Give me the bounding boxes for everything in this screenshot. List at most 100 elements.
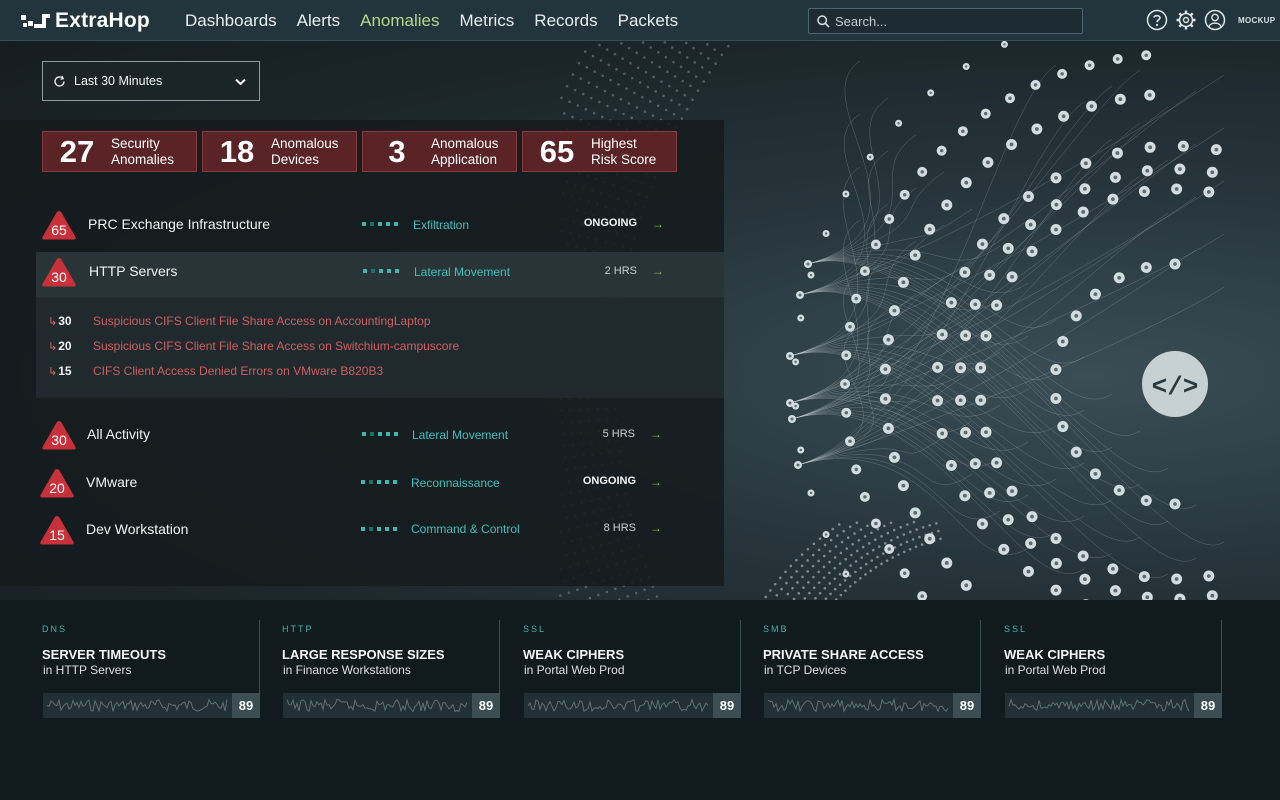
risk-badge: 65 xyxy=(41,209,77,241)
metric-sparkline xyxy=(524,693,713,718)
severity-dot xyxy=(394,222,398,226)
anomaly-row[interactable]: 30 All Activity Lateral Movement 5 HRS → xyxy=(36,415,724,461)
gear-icon[interactable] xyxy=(1175,9,1197,31)
metric-sparkline xyxy=(43,693,232,718)
anomaly-name[interactable]: HTTP Servers xyxy=(89,263,177,279)
risk-score: 30 xyxy=(51,269,67,285)
arrow-right-icon[interactable]: → xyxy=(652,264,664,278)
stat-value: 3 xyxy=(388,133,406,169)
detail-description[interactable]: CIFS Client Access Denied Errors on VMwa… xyxy=(93,364,383,378)
severity-dot xyxy=(362,222,366,226)
detail-description[interactable]: Suspicious CIFS Client File Share Access… xyxy=(93,339,459,353)
arrow-right-icon[interactable]: → xyxy=(650,427,662,441)
severity-dot xyxy=(377,527,381,531)
stat-highest-risk-score[interactable]: 65 Highest Risk Score xyxy=(522,131,677,172)
anomaly-name[interactable]: PRC Exchange Infrastructure xyxy=(88,216,270,232)
metric-card[interactable]: DNS SERVER TIMEOUTS in HTTP Servers 89 xyxy=(42,620,260,718)
severity-dot xyxy=(363,269,367,273)
search-box[interactable] xyxy=(808,8,1083,34)
metric-protocol: SSL xyxy=(1004,624,1028,634)
anomaly-row[interactable]: 65 PRC Exchange Infrastructure Exfiltrat… xyxy=(36,205,724,251)
stat-value: 65 xyxy=(539,133,575,169)
arrow-right-icon[interactable]: → xyxy=(650,521,662,535)
attack-tactic-link[interactable]: Command & Control xyxy=(411,522,520,536)
severity-dot xyxy=(386,222,390,226)
severity-dots xyxy=(361,527,401,533)
extrahop-logo[interactable]: ExtraHop xyxy=(20,9,150,33)
risk-badge: 30 xyxy=(41,419,77,451)
detail-score: 15 xyxy=(58,364,72,378)
severity-dot xyxy=(371,269,375,273)
anomaly-row[interactable]: 15 Dev Workstation Command & Control 8 H… xyxy=(36,510,724,556)
attack-tactic-link[interactable]: Lateral Movement xyxy=(412,428,508,442)
metric-card[interactable]: SSL WEAK CIPHERS in Portal Web Prod 89 xyxy=(523,620,741,718)
help-icon[interactable] xyxy=(1146,9,1168,31)
search-icon xyxy=(817,14,830,28)
nav-metrics[interactable]: Metrics xyxy=(460,11,515,31)
anomaly-row[interactable]: 20 VMware Reconnaissance ONGOING → xyxy=(36,463,724,509)
search-input[interactable] xyxy=(835,13,1075,29)
nav-records[interactable]: Records xyxy=(534,11,597,31)
anomaly-name[interactable]: All Activity xyxy=(87,426,150,442)
metric-cards-section: DNS SERVER TIMEOUTS in HTTP Servers 89 H… xyxy=(0,600,1280,800)
severity-dot xyxy=(378,222,382,226)
arrow-right-icon[interactable]: → xyxy=(652,217,664,231)
stat-label-line2: Application xyxy=(431,151,498,167)
metric-card[interactable]: HTTP LARGE RESPONSE SIZES in Finance Wor… xyxy=(282,620,500,718)
detail-item[interactable]: ↳20 Suspicious CIFS Client File Share Ac… xyxy=(48,339,459,355)
risk-badge: 15 xyxy=(39,514,75,546)
metric-subtitle: in TCP Devices xyxy=(764,663,847,677)
user-name[interactable]: MOCKUP xyxy=(1238,16,1275,25)
metric-sparkline xyxy=(764,693,953,718)
risk-badge: 20 xyxy=(39,467,75,499)
stat-label: Highest Risk Score xyxy=(591,136,656,168)
stat-anomalous-application[interactable]: 3 Anomalous Application xyxy=(362,131,517,172)
anomaly-duration: 2 HRS xyxy=(604,265,637,277)
nav-alerts[interactable]: Alerts xyxy=(297,11,340,31)
anomaly-row-selected[interactable]: 30 HTTP Servers Lateral Movement 2 HRS → xyxy=(36,252,724,298)
detail-item[interactable]: ↳15 CIFS Client Access Denied Errors on … xyxy=(48,364,383,380)
metric-sparkline xyxy=(1005,693,1194,718)
detail-item[interactable]: ↳30 Suspicious CIFS Client File Share Ac… xyxy=(48,314,431,330)
detail-description[interactable]: Suspicious CIFS Client File Share Access… xyxy=(93,314,431,328)
metric-title: LARGE RESPONSE SIZES xyxy=(282,647,445,662)
chevron-down-icon xyxy=(235,78,246,86)
stat-value: 18 xyxy=(219,133,255,169)
risk-score: 65 xyxy=(51,222,67,238)
anomaly-name[interactable]: VMware xyxy=(86,474,137,490)
logo-mark-icon xyxy=(21,14,50,28)
attack-tactic-link[interactable]: Reconnaissance xyxy=(411,476,500,490)
metric-title: PRIVATE SHARE ACCESS xyxy=(763,647,924,662)
severity-dot xyxy=(378,432,382,436)
severity-dot xyxy=(361,527,365,531)
metric-protocol: SMB xyxy=(763,624,789,634)
severity-dot xyxy=(394,432,398,436)
attack-tactic-link[interactable]: Exfiltration xyxy=(413,218,469,232)
risk-badge: 30 xyxy=(41,256,77,288)
time-range-dropdown[interactable]: Last 30 Minutes xyxy=(42,61,260,101)
summary-cards: 27 Security Anomalies 18 Anomalous Devices… xyxy=(42,131,682,172)
attack-tactic-link[interactable]: Lateral Movement xyxy=(414,265,510,279)
anomaly-name[interactable]: Dev Workstation xyxy=(86,521,188,537)
metric-sparkline xyxy=(283,693,472,718)
metric-protocol: DNS xyxy=(42,624,68,634)
metric-subtitle: in Portal Web Prod xyxy=(524,663,625,677)
nav-packets[interactable]: Packets xyxy=(618,11,678,31)
stat-anomalous-devices[interactable]: 18 Anomalous Devices xyxy=(202,131,357,172)
branch-arrow-icon: ↳ xyxy=(48,366,58,378)
severity-dot xyxy=(362,432,366,436)
refresh-icon xyxy=(54,75,65,87)
user-icon[interactable] xyxy=(1204,9,1226,31)
severity-dot xyxy=(370,432,374,436)
severity-dot xyxy=(387,269,391,273)
metric-card[interactable]: SMB PRIVATE SHARE ACCESS in TCP Devices … xyxy=(763,620,981,718)
severity-dot xyxy=(393,527,397,531)
stat-label-line1: Anomalous xyxy=(271,135,339,151)
stat-label-line1: Security xyxy=(111,135,160,151)
metric-card[interactable]: SSL WEAK CIPHERS in Portal Web Prod 89 xyxy=(1004,620,1222,718)
nav-dashboards[interactable]: Dashboards xyxy=(185,11,277,31)
nav-anomalies[interactable]: Anomalies xyxy=(360,11,439,31)
code-icon: </> xyxy=(1152,372,1199,402)
stat-security-anomalies[interactable]: 27 Security Anomalies xyxy=(42,131,197,172)
arrow-right-icon[interactable]: → xyxy=(650,475,662,489)
